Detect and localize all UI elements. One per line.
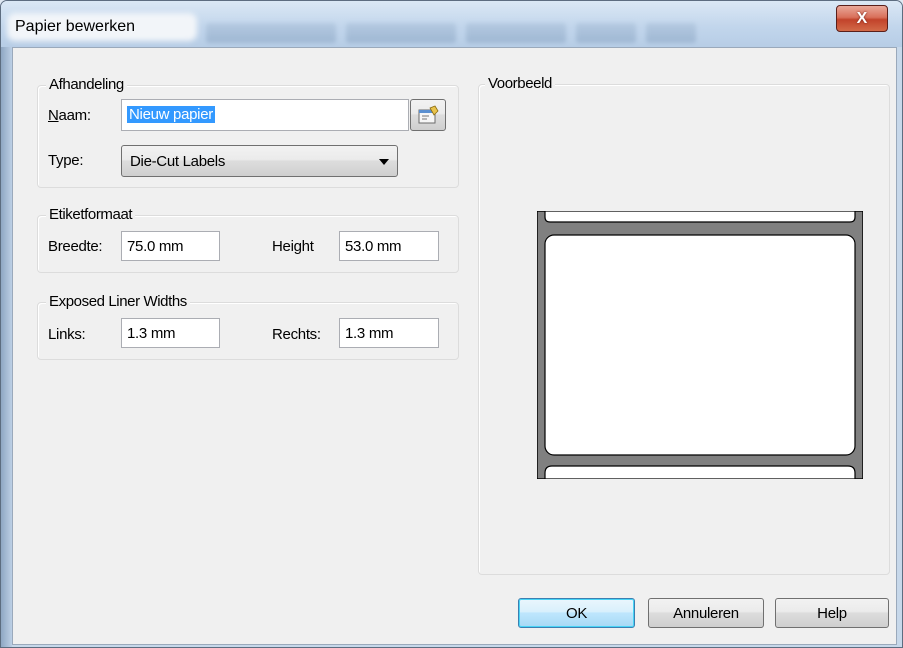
liner-left-label: Links: (48, 326, 86, 343)
window-border-left (1, 47, 12, 647)
chevron-down-icon (379, 159, 389, 165)
width-label: Breedte: (48, 238, 103, 255)
next-label (544, 465, 856, 479)
name-input[interactable]: Nieuw papier (121, 99, 409, 131)
label-format-group-label: Etiketformaat (46, 206, 136, 223)
previous-label (544, 211, 856, 223)
blurred-background-tab (466, 23, 566, 43)
type-dropdown-value: Die-Cut Labels (130, 153, 226, 170)
label-preview (537, 211, 863, 479)
cancel-button-label: Annuleren (673, 604, 739, 622)
liner-left-input[interactable]: 1.3 mm (121, 318, 220, 348)
properties-icon (418, 105, 439, 124)
height-input[interactable]: 53.0 mm (339, 231, 439, 261)
name-label: Naam: (48, 107, 91, 124)
liner-right-label: Rechts: (272, 326, 321, 343)
ok-button[interactable]: OK (518, 598, 635, 628)
blurred-background-tab (206, 23, 336, 43)
window-title: Papier bewerken (15, 18, 136, 35)
close-icon: X (856, 9, 868, 27)
name-input-value: Nieuw papier (127, 106, 215, 123)
close-button[interactable]: X (836, 5, 888, 32)
width-input[interactable]: 75.0 mm (121, 231, 220, 261)
width-input-value: 75.0 mm (127, 238, 184, 255)
blurred-background-tab (346, 23, 456, 43)
cancel-button[interactable]: Annuleren (648, 598, 764, 628)
blurred-background-tab (646, 23, 696, 43)
dialog-window: Papier bewerken X Afhandeling Naam: Nieu… (0, 0, 903, 648)
liner-left-input-value: 1.3 mm (127, 325, 176, 342)
help-button-label: Help (817, 604, 847, 622)
type-dropdown[interactable]: Die-Cut Labels (121, 145, 398, 177)
dialog-client-area: Afhandeling Naam: Nieuw papier Type: Die… (12, 47, 897, 645)
help-button[interactable]: Help (775, 598, 889, 628)
liner-group-label: Exposed Liner Widths (46, 293, 190, 310)
handling-group-label: Afhandeling (46, 76, 127, 93)
current-label (544, 234, 856, 456)
height-label: Height (272, 238, 314, 255)
ok-button-label: OK (565, 604, 588, 622)
properties-button[interactable] (410, 99, 446, 131)
type-label: Type: (48, 152, 84, 169)
title-bar[interactable]: Papier bewerken X (1, 1, 902, 47)
blurred-background-tab (576, 23, 636, 43)
liner-right-input-value: 1.3 mm (345, 325, 394, 342)
height-input-value: 53.0 mm (345, 238, 402, 255)
liner-right-input[interactable]: 1.3 mm (339, 318, 439, 348)
preview-group-label: Voorbeeld (485, 75, 555, 92)
